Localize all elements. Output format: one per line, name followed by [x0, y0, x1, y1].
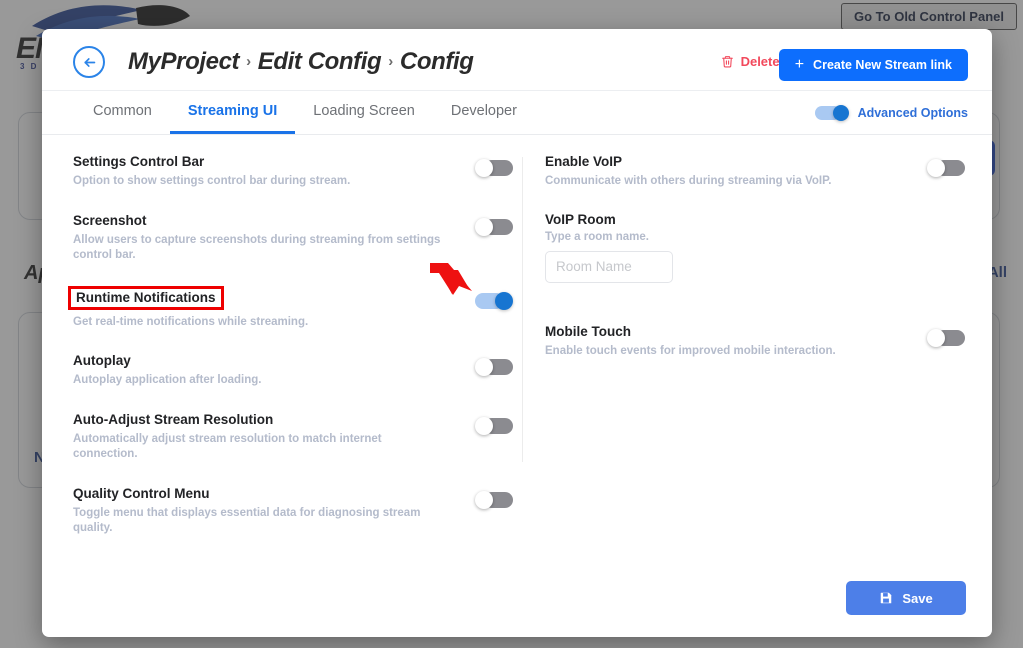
mobile-touch-toggle[interactable] — [927, 329, 965, 347]
breadcrumb-item-config[interactable]: Config — [400, 48, 474, 76]
modal-body: Settings Control Bar Option to show sett… — [42, 135, 992, 637]
advanced-options-control[interactable]: Advanced Options — [815, 91, 968, 135]
settings-control-bar-toggle[interactable] — [475, 159, 513, 177]
setting-description: Get real-time notifications while stream… — [73, 315, 308, 331]
auto-adjust-stream-resolution-toggle[interactable] — [475, 417, 513, 435]
setting-text: Runtime Notifications Get real-time noti… — [73, 286, 308, 331]
save-button-label: Save — [902, 591, 932, 606]
tab-common[interactable]: Common — [75, 91, 170, 134]
setting-row-enable-voip: Enable VoIP Communicate with others duri… — [545, 153, 965, 190]
setting-row-screenshot: Screenshot Allow users to capture screen… — [73, 212, 513, 264]
screenshot-toggle[interactable] — [475, 218, 513, 236]
setting-text: Autoplay Autoplay application after load… — [73, 352, 262, 389]
toggle-wrap — [475, 352, 513, 376]
autoplay-toggle[interactable] — [475, 358, 513, 376]
toggle-wrap — [475, 153, 513, 177]
toggle-wrap — [475, 411, 513, 435]
setting-text: Auto-Adjust Stream Resolution Automatica… — [73, 411, 445, 463]
setting-row-runtime-notifications: Runtime Notifications Get real-time noti… — [73, 286, 513, 331]
toggle-knob — [475, 491, 493, 509]
tab-bar: Common Streaming UI Loading Screen Devel… — [42, 91, 992, 135]
toggle-knob — [833, 105, 849, 121]
plus-icon: + — [795, 57, 804, 73]
setting-row-settings-control-bar: Settings Control Bar Option to show sett… — [73, 153, 513, 190]
toggle-knob — [475, 159, 493, 177]
tab-loading-screen-label: Loading Screen — [313, 103, 415, 119]
tab-common-label: Common — [93, 103, 152, 119]
advanced-options-label: Advanced Options — [858, 106, 968, 120]
setting-row-auto-adjust-stream-resolution: Auto-Adjust Stream Resolution Automatica… — [73, 411, 513, 463]
toggle-wrap — [475, 212, 513, 236]
setting-text: Enable VoIP Communicate with others duri… — [545, 153, 832, 190]
setting-text: Screenshot Allow users to capture screen… — [73, 212, 445, 264]
tab-developer[interactable]: Developer — [433, 91, 535, 134]
setting-title-highlighted: Runtime Notifications — [68, 286, 224, 310]
setting-description: Autoplay application after loading. — [73, 373, 262, 389]
setting-text: Settings Control Bar Option to show sett… — [73, 153, 350, 190]
tab-streaming-ui[interactable]: Streaming UI — [170, 91, 295, 134]
back-button[interactable] — [73, 46, 105, 78]
save-disk-icon — [879, 591, 893, 605]
create-new-stream-link-label: Create New Stream link — [813, 58, 952, 72]
setting-title: Auto-Adjust Stream Resolution — [73, 412, 273, 427]
setting-text: Mobile Touch Enable touch events for imp… — [545, 323, 836, 360]
setting-title: Screenshot — [73, 213, 147, 228]
column-divider — [522, 157, 523, 462]
back-arrow-icon — [81, 54, 98, 71]
runtime-notifications-toggle[interactable] — [475, 292, 513, 310]
config-modal: MyProject › Edit Config › Config Delete … — [42, 29, 992, 637]
toggle-knob — [495, 292, 513, 310]
enable-voip-toggle[interactable] — [927, 159, 965, 177]
advanced-options-toggle[interactable] — [815, 105, 849, 121]
tab-loading-screen[interactable]: Loading Screen — [295, 91, 433, 134]
breadcrumb-separator-icon: › — [388, 53, 393, 70]
setting-title: Quality Control Menu — [73, 486, 210, 501]
toggle-wrap — [475, 485, 513, 509]
setting-row-quality-control-menu: Quality Control Menu Toggle menu that di… — [73, 485, 513, 537]
toggle-knob — [475, 358, 493, 376]
setting-title: Enable VoIP — [545, 154, 622, 169]
toggle-knob — [475, 218, 493, 236]
setting-description: Enable touch events for improved mobile … — [545, 344, 836, 360]
tab-streaming-ui-label: Streaming UI — [188, 103, 277, 119]
toggle-knob — [927, 329, 945, 347]
save-button[interactable]: Save — [846, 581, 966, 615]
breadcrumb: MyProject › Edit Config › Config — [128, 48, 473, 76]
left-settings-column: Settings Control Bar Option to show sett… — [73, 153, 513, 559]
setting-title: Autoplay — [73, 353, 131, 368]
breadcrumb-separator-icon: › — [246, 53, 251, 70]
voip-room-label: VoIP Room — [545, 212, 965, 227]
toggle-knob — [475, 417, 493, 435]
breadcrumb-item-edit-config[interactable]: Edit Config — [258, 48, 382, 76]
right-settings-column: Enable VoIP Communicate with others duri… — [545, 153, 965, 381]
setting-description: Allow users to capture screenshots durin… — [73, 233, 445, 264]
breadcrumb-item-project[interactable]: MyProject — [128, 48, 239, 76]
modal-header: MyProject › Edit Config › Config Delete … — [42, 29, 992, 91]
create-new-stream-link-button[interactable]: + Create New Stream link — [779, 49, 968, 81]
setting-description: Automatically adjust stream resolution t… — [73, 432, 445, 463]
setting-text: Quality Control Menu Toggle menu that di… — [73, 485, 445, 537]
toggle-wrap — [927, 153, 965, 177]
setting-title: Settings Control Bar — [73, 154, 204, 169]
toggle-wrap — [927, 323, 965, 347]
setting-description: Communicate with others during streaming… — [545, 174, 832, 190]
setting-row-autoplay: Autoplay Autoplay application after load… — [73, 352, 513, 389]
setting-row-mobile-touch: Mobile Touch Enable touch events for imp… — [545, 323, 965, 360]
setting-title: Mobile Touch — [545, 324, 631, 339]
voip-room-input[interactable] — [545, 251, 673, 283]
voip-room-block: VoIP Room Type a room name. — [545, 212, 965, 283]
voip-room-hint: Type a room name. — [545, 231, 965, 243]
page-root: EN 3 D Go To Old Control Panel Ap All N … — [0, 0, 1023, 648]
toggle-knob — [927, 159, 945, 177]
quality-control-menu-toggle[interactable] — [475, 491, 513, 509]
trash-icon — [721, 54, 734, 69]
setting-description: Option to show settings control bar duri… — [73, 174, 350, 190]
toggle-wrap — [475, 286, 513, 310]
tab-developer-label: Developer — [451, 103, 517, 119]
setting-description: Toggle menu that displays essential data… — [73, 506, 445, 537]
